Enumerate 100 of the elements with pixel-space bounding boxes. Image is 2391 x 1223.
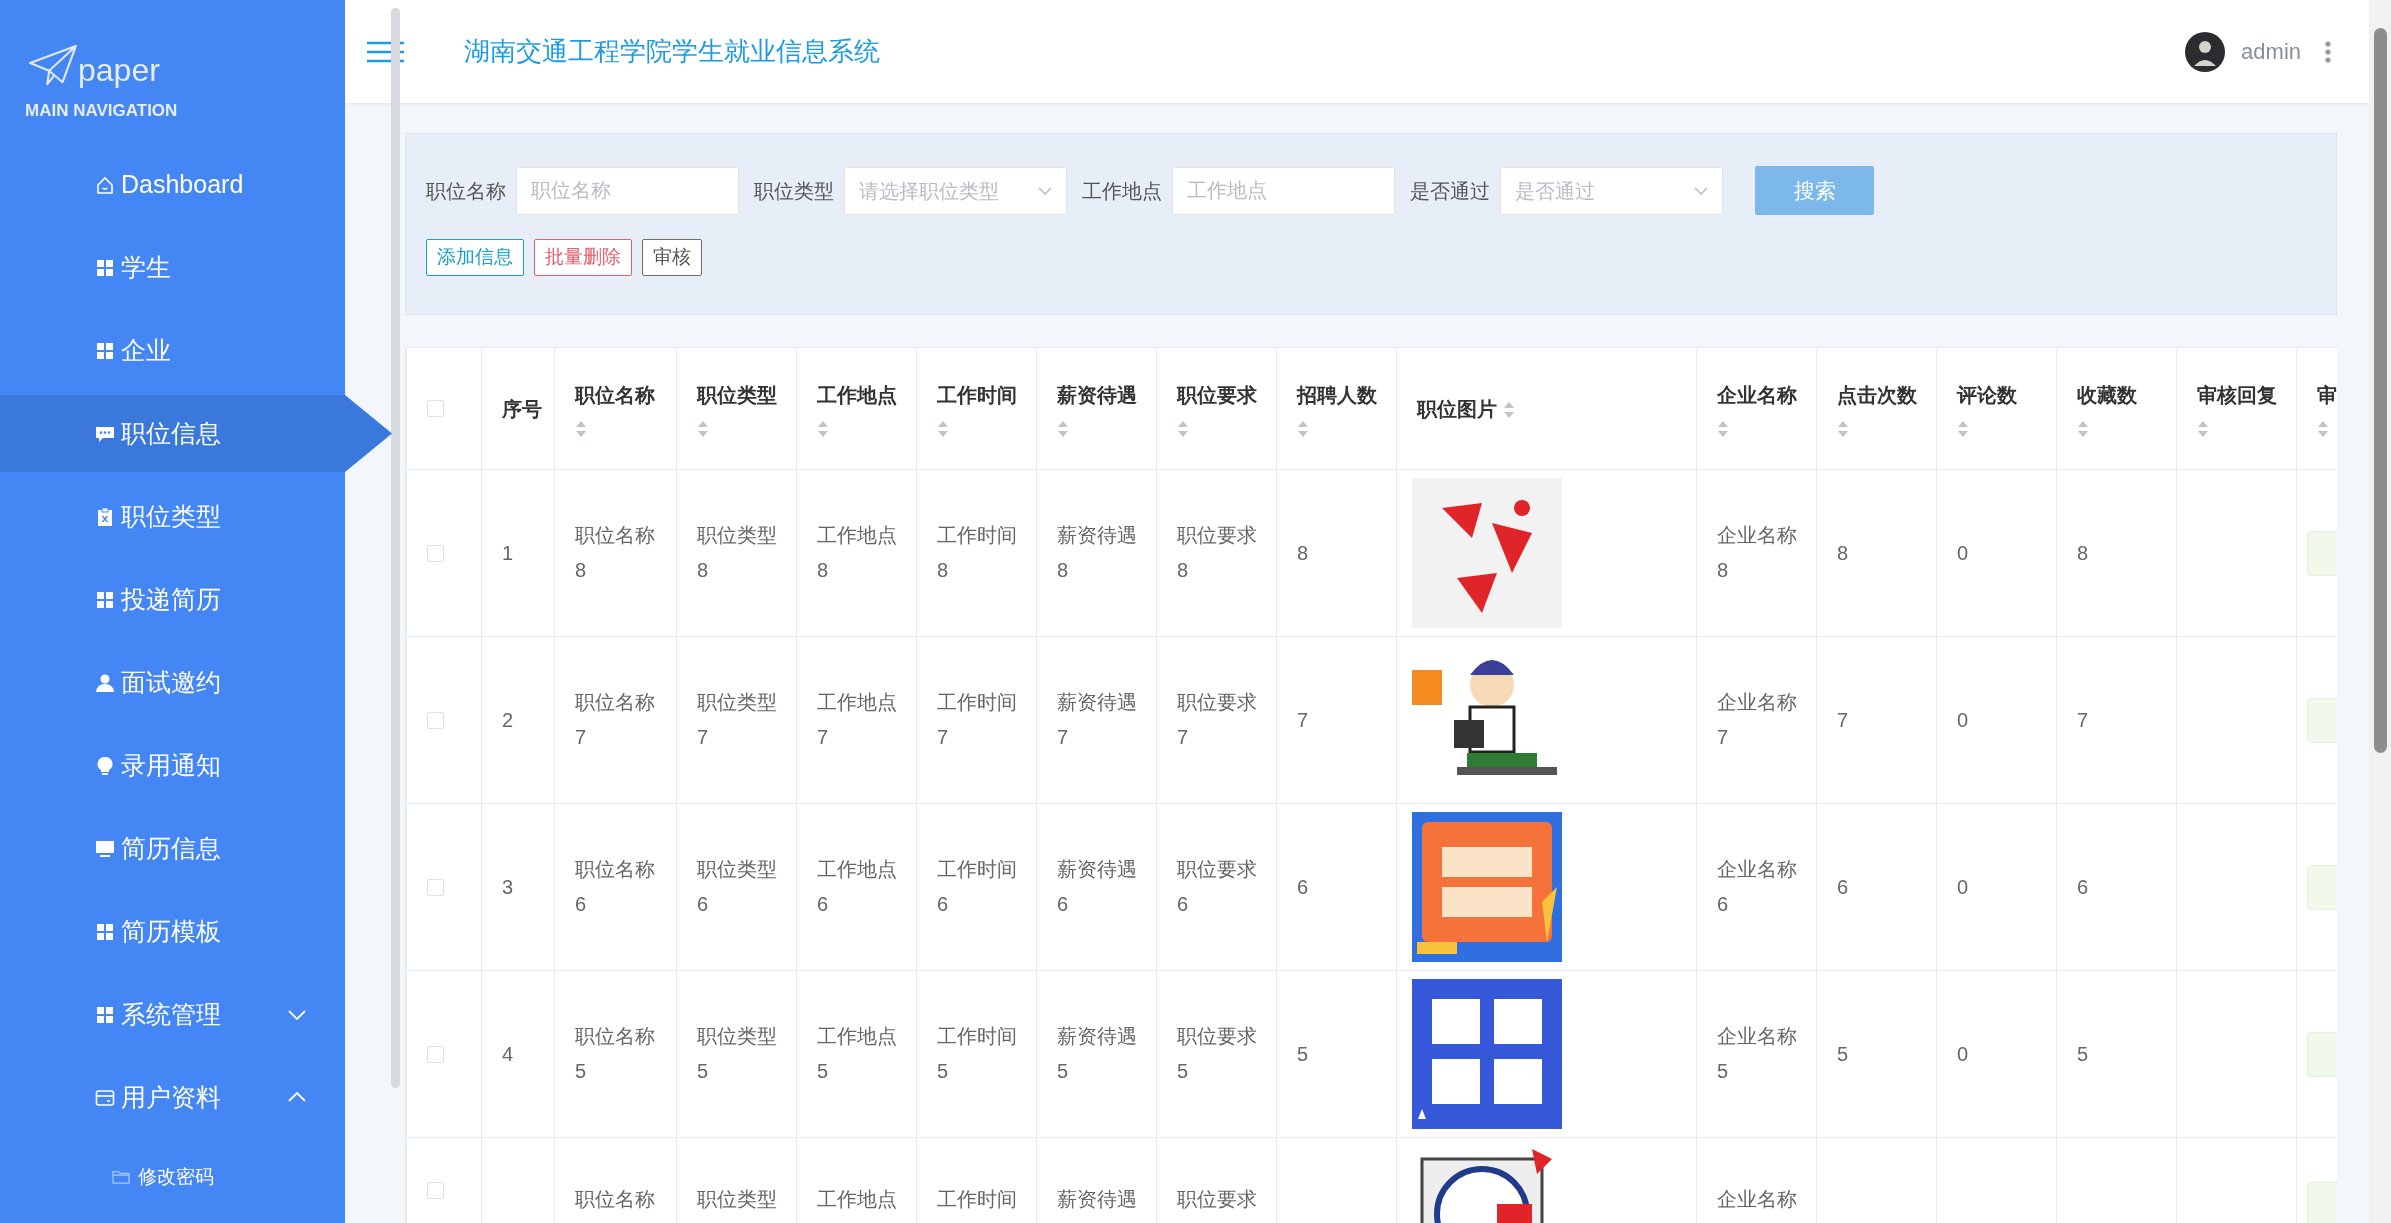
paper-plane-icon bbox=[28, 44, 78, 86]
column-header[interactable]: 点击次数 bbox=[1837, 379, 1921, 410]
input-field[interactable]: 工作地点 bbox=[1172, 166, 1395, 215]
menu-icon[interactable] bbox=[367, 40, 404, 63]
checkbox[interactable] bbox=[427, 878, 444, 896]
table-cell: 0 bbox=[1957, 541, 1969, 564]
sort-icon[interactable] bbox=[2077, 419, 2089, 438]
sort-icon[interactable] bbox=[575, 419, 587, 438]
table-cell: 薪资待遇7 bbox=[1057, 691, 1137, 748]
avatar bbox=[2185, 31, 2226, 72]
review-button[interactable]: 审核 bbox=[642, 239, 702, 276]
select-field[interactable]: 请选择职位类型 bbox=[844, 166, 1067, 215]
house-icon bbox=[95, 174, 115, 195]
column-header[interactable]: 工作时间 bbox=[937, 379, 1021, 410]
clipboard-icon bbox=[95, 506, 115, 527]
checkbox[interactable] bbox=[427, 1045, 444, 1063]
column-header[interactable]: 薪资待遇 bbox=[1057, 379, 1141, 410]
column-header[interactable]: 企业名称 bbox=[1717, 379, 1801, 410]
search-button[interactable]: 搜索 bbox=[1755, 166, 1874, 215]
table-cell: 3 bbox=[502, 875, 514, 898]
sort-icon[interactable] bbox=[2197, 419, 2209, 438]
sort-icon[interactable] bbox=[1837, 419, 1849, 438]
table-cell: 工作地点6 bbox=[817, 858, 897, 915]
table-cell: 职位类型8 bbox=[697, 524, 777, 581]
nav-item[interactable]: 面试邀约 bbox=[0, 644, 345, 721]
grid-icon bbox=[95, 340, 115, 361]
sort-icon[interactable] bbox=[2317, 419, 2329, 438]
scrollbar[interactable] bbox=[2369, 0, 2391, 1223]
table-cell: 职位类型 bbox=[697, 1188, 777, 1210]
table-cell: 职位名称 bbox=[575, 1188, 655, 1210]
card-icon bbox=[95, 1087, 115, 1108]
nav-item[interactable]: 录用通知 bbox=[0, 727, 345, 804]
sort-icon[interactable] bbox=[1717, 419, 1729, 438]
sort-icon[interactable] bbox=[1297, 419, 1309, 438]
nav-item[interactable]: 投递简历 bbox=[0, 561, 345, 638]
column-header[interactable]: 评论数 bbox=[1957, 379, 2041, 410]
column-header[interactable]: 招聘人数 bbox=[1297, 379, 1381, 410]
sort-icon[interactable] bbox=[697, 419, 709, 438]
input-field[interactable]: 职位名称 bbox=[516, 166, 739, 215]
table-cell: 5 bbox=[1297, 1042, 1309, 1065]
column-header[interactable]: 审核回复 bbox=[2197, 379, 2281, 410]
nav-subitem[interactable]: 修改密码 bbox=[0, 1142, 345, 1212]
table-cell: 工作地点8 bbox=[817, 524, 897, 581]
table-cell: 7 bbox=[1297, 708, 1309, 731]
user-name[interactable]: admin bbox=[2241, 35, 2301, 68]
grid-icon bbox=[95, 257, 115, 278]
table-cell: 企业名称8 bbox=[1717, 524, 1797, 581]
column-header[interactable]: 审 bbox=[2317, 379, 2337, 410]
table-cell: 薪资待遇8 bbox=[1057, 524, 1137, 581]
nav-item[interactable]: 职位信息 bbox=[0, 395, 392, 472]
nav-item[interactable]: Dashboard bbox=[0, 146, 345, 223]
table-cell: 职位类型7 bbox=[697, 691, 777, 748]
column-header[interactable]: 职位要求 bbox=[1177, 379, 1261, 410]
delete-button[interactable]: 批量删除 bbox=[534, 239, 632, 276]
nav-item[interactable]: 学生 bbox=[0, 229, 345, 306]
sort-icon[interactable] bbox=[1957, 419, 1969, 438]
checkbox[interactable] bbox=[427, 711, 444, 729]
table-cell: 8 bbox=[2077, 541, 2089, 564]
column-header[interactable]: 职位名称 bbox=[575, 379, 661, 410]
table-cell: 薪资待遇5 bbox=[1057, 1025, 1137, 1082]
table-cell: 职位名称8 bbox=[575, 524, 655, 581]
sort-icon[interactable] bbox=[1177, 419, 1189, 438]
nav-item[interactable]: 简历模板 bbox=[0, 893, 345, 970]
nav-item[interactable]: 系统管理 bbox=[0, 976, 345, 1053]
nav-item[interactable]: 用户资料 bbox=[0, 1059, 345, 1136]
chevron-icon bbox=[1038, 186, 1052, 195]
column-header[interactable]: 工作地点 bbox=[817, 379, 901, 410]
table-cell: 工作时间8 bbox=[937, 524, 1017, 581]
table-cell: 6 bbox=[1297, 875, 1309, 898]
nav-item[interactable]: 职位类型 bbox=[0, 478, 345, 555]
table-cell: 6 bbox=[2077, 875, 2089, 898]
nav-item[interactable]: 简历信息 bbox=[0, 810, 345, 887]
sort-icon[interactable] bbox=[1503, 401, 1515, 420]
table-cell: 7 bbox=[1837, 708, 1849, 731]
more-icon[interactable] bbox=[2325, 40, 2331, 63]
column-header[interactable]: 职位类型 bbox=[697, 379, 781, 410]
column-header[interactable]: 职位图片 bbox=[1417, 397, 1497, 420]
table-cell: 职位要求5 bbox=[1177, 1025, 1257, 1082]
table-cell: 企业名称5 bbox=[1717, 1025, 1797, 1082]
table-cell: 5 bbox=[2077, 1042, 2089, 1065]
table-cell: 薪资待遇 bbox=[1057, 1188, 1137, 1210]
table-cell: 职位要求7 bbox=[1177, 691, 1257, 748]
nav-item[interactable]: 企业 bbox=[0, 312, 345, 389]
scrollbar[interactable] bbox=[391, 8, 400, 1088]
checkbox[interactable] bbox=[427, 1182, 444, 1199]
checkbox[interactable] bbox=[427, 400, 444, 417]
select-field[interactable]: 是否通过 bbox=[1500, 166, 1723, 215]
table-cell: 职位要求8 bbox=[1177, 524, 1257, 581]
sort-icon[interactable] bbox=[1057, 419, 1069, 438]
checkbox[interactable] bbox=[427, 544, 444, 562]
column-header[interactable]: 收藏数 bbox=[2077, 379, 2161, 410]
folder-icon bbox=[112, 1169, 130, 1185]
sort-icon[interactable] bbox=[937, 419, 949, 438]
logo-text: paper bbox=[78, 54, 160, 86]
table-cell: 6 bbox=[1837, 875, 1849, 898]
table-cell: 企业名称7 bbox=[1717, 691, 1797, 748]
add-button[interactable]: 添加信息 bbox=[426, 239, 524, 276]
table-cell: 企业名称6 bbox=[1717, 858, 1797, 915]
sort-icon[interactable] bbox=[817, 419, 829, 438]
table-cell: 4 bbox=[502, 1042, 514, 1065]
